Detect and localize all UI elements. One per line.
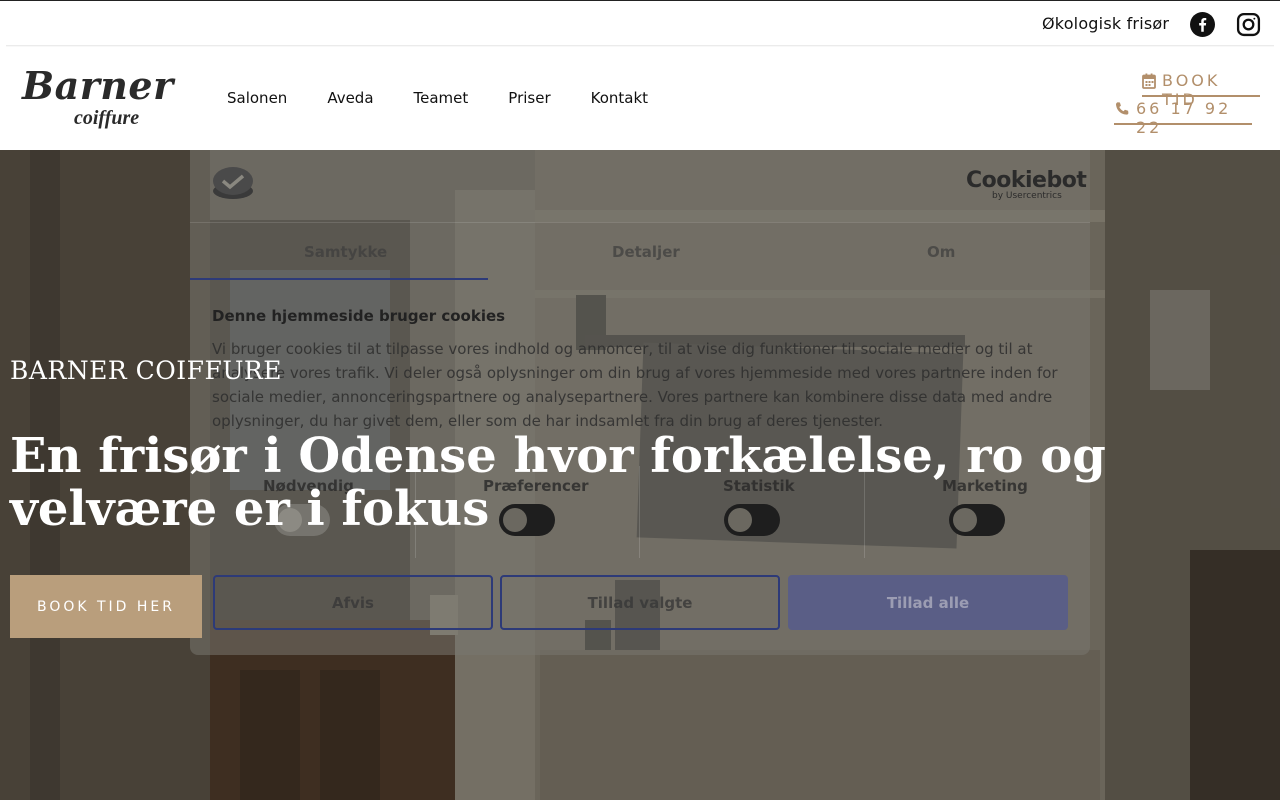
cookie-consent-dialog: Cookiebot by Usercentrics Samtykke Detal… bbox=[190, 150, 1090, 655]
top-bar: Økologisk frisør bbox=[0, 0, 1280, 46]
cookiebot-logo: Cookiebot by Usercentrics bbox=[966, 168, 1087, 201]
active-tab-indicator bbox=[190, 278, 488, 280]
tab-om[interactable]: Om bbox=[927, 243, 955, 261]
instagram-icon[interactable] bbox=[1236, 12, 1261, 37]
book-now-button[interactable]: BOOK TID HER bbox=[10, 575, 202, 638]
facebook-icon[interactable] bbox=[1190, 12, 1215, 37]
cookie-description: Vi bruger cookies til at tilpasse vores … bbox=[212, 340, 1058, 430]
nav-item-teamet[interactable]: Teamet bbox=[414, 89, 469, 107]
site-header: Barner coiffure Salonen Aveda Teamet Pri… bbox=[0, 47, 1280, 150]
allow-all-button[interactable]: Tillad alle bbox=[788, 575, 1068, 630]
book-appointment-link[interactable]: BOOK TID bbox=[1142, 71, 1260, 109]
tab-samtykke[interactable]: Samtykke bbox=[304, 243, 387, 261]
main-nav: Salonen Aveda Teamet Priser Kontakt bbox=[227, 89, 648, 107]
nav-item-salonen[interactable]: Salonen bbox=[227, 89, 287, 107]
nav-item-kontakt[interactable]: Kontakt bbox=[591, 89, 648, 107]
cookie-check-icon bbox=[213, 167, 253, 199]
nav-item-aveda[interactable]: Aveda bbox=[327, 89, 373, 107]
reject-button[interactable]: Afvis bbox=[213, 575, 493, 630]
cookie-heading: Denne hjemmeside bruger cookies bbox=[212, 307, 506, 325]
tab-detaljer[interactable]: Detaljer bbox=[612, 243, 680, 261]
cookie-tabs: Samtykke Detaljer Om bbox=[190, 222, 1090, 280]
cookiebot-wordmark: Cookiebot bbox=[966, 168, 1087, 193]
phone-number: 66 17 92 22 bbox=[1136, 99, 1232, 137]
phone-link[interactable]: 66 17 92 22 bbox=[1114, 99, 1252, 137]
hero-section: Cookiebot by Usercentrics Samtykke Detal… bbox=[0, 150, 1280, 800]
hero-kicker: BARNER COIFFURE bbox=[10, 356, 282, 385]
logo-subtitle: coiffure bbox=[74, 107, 140, 129]
eco-hairdresser-link[interactable]: Økologisk frisør bbox=[1042, 14, 1169, 33]
phone-icon bbox=[1116, 102, 1129, 115]
hero-title: En frisør i Odense hvor forkælelse, ro o… bbox=[10, 428, 1106, 537]
allow-selected-button[interactable]: Tillad valgte bbox=[500, 575, 780, 630]
site-logo[interactable]: Barner coiffure bbox=[22, 63, 202, 133]
nav-item-priser[interactable]: Priser bbox=[508, 89, 550, 107]
logo-wordmark: Barner bbox=[22, 63, 174, 108]
calendar-icon bbox=[1142, 73, 1156, 89]
